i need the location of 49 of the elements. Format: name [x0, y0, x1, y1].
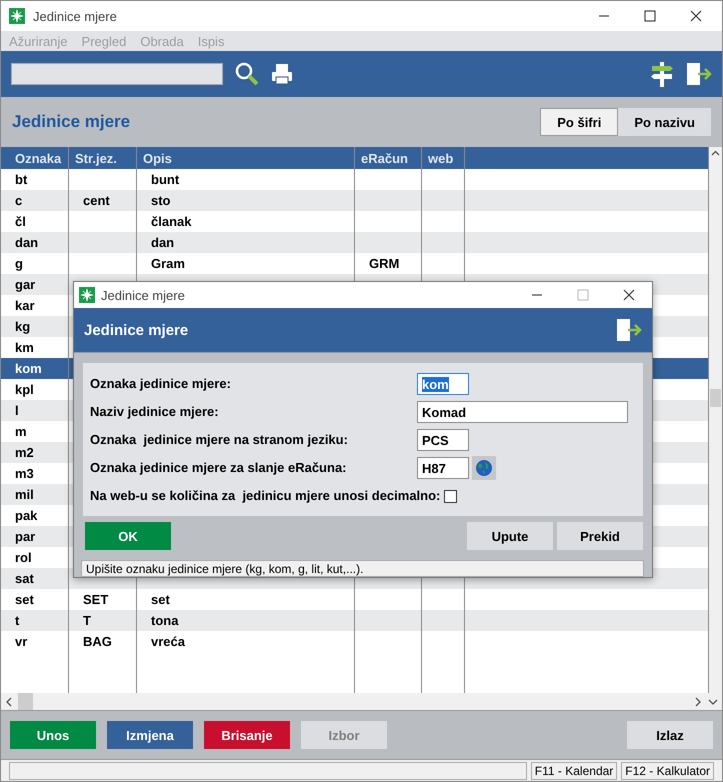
field-label: Na web-u se količina za jedinicu mjere unosi decimalno: — [90, 487, 442, 505]
table-row[interactable]: t T tona — [1, 610, 709, 631]
checkbox[interactable] — [444, 490, 458, 502]
dialog-button[interactable]: Prekid — [557, 522, 643, 550]
app-icon — [9, 8, 25, 24]
field-label: Oznaka jedinice mjere: — [90, 375, 232, 393]
exit-button[interactable]: Izlaz — [627, 721, 713, 749]
field-label: Oznaka jedinice mjere za slanje eRačuna: — [90, 459, 348, 477]
delete-button[interactable]: Brisanje — [204, 721, 290, 749]
table-cell: vr — [1, 631, 69, 652]
sort-tab[interactable]: Po nazivu — [618, 108, 711, 136]
page-title: Jedinice mjere — [12, 112, 132, 132]
scroll-down-icon[interactable] — [707, 696, 719, 706]
status-text: F12 - Kalkulator — [621, 762, 714, 780]
exit-icon[interactable] — [686, 62, 712, 86]
globe-button[interactable] — [472, 456, 496, 480]
table-row[interactable]: c cent sto — [1, 190, 709, 211]
input-field[interactable]: PCS — [417, 429, 469, 451]
table-cell: vreća — [137, 631, 355, 652]
ok-button[interactable]: OK — [85, 522, 171, 550]
input-field[interactable]: kom — [417, 373, 469, 395]
scroll-left-icon[interactable] — [4, 696, 14, 708]
dialog-button[interactable]: Upute — [467, 522, 553, 550]
close-icon[interactable] — [690, 10, 702, 22]
status-text: F11 - Kalendar — [530, 762, 618, 780]
scroll-right-icon[interactable] — [693, 696, 703, 708]
signpost-icon[interactable] — [650, 61, 674, 87]
exit-icon[interactable] — [616, 318, 642, 342]
scrollbar-thumb[interactable] — [18, 693, 33, 710]
field-label: Oznaka jedinice mjere na stranom jeziku: — [90, 431, 349, 449]
sort-tab[interactable]: Po šifri — [540, 108, 618, 136]
table-row[interactable]: dan dan — [1, 232, 709, 253]
dialog-heading: Jedinice mjere — [84, 322, 190, 338]
scrollbar-thumb[interactable] — [710, 389, 721, 407]
input-field[interactable]: Komad — [417, 401, 628, 423]
window-title: Jedinice mjere — [33, 8, 118, 24]
search-field[interactable] — [11, 63, 223, 85]
field-label: Naziv jedinice mjere: — [90, 403, 220, 421]
maximize-icon[interactable] — [644, 10, 656, 22]
dialog-title: Jedinice mjere — [101, 288, 186, 302]
table-cell: BAG — [69, 631, 137, 652]
search-icon[interactable] — [235, 62, 259, 86]
hint-text: Upišite oznaku jedinice mjere (kg, kom, g, lit, kut,...). — [81, 560, 644, 577]
printer-icon[interactable] — [271, 63, 293, 85]
app-icon — [79, 287, 95, 303]
edit-button[interactable]: Izmjena — [107, 721, 193, 749]
add-button[interactable]: Unos — [10, 721, 96, 749]
input-field[interactable]: H87 — [417, 457, 469, 479]
close-icon[interactable] — [623, 289, 635, 301]
